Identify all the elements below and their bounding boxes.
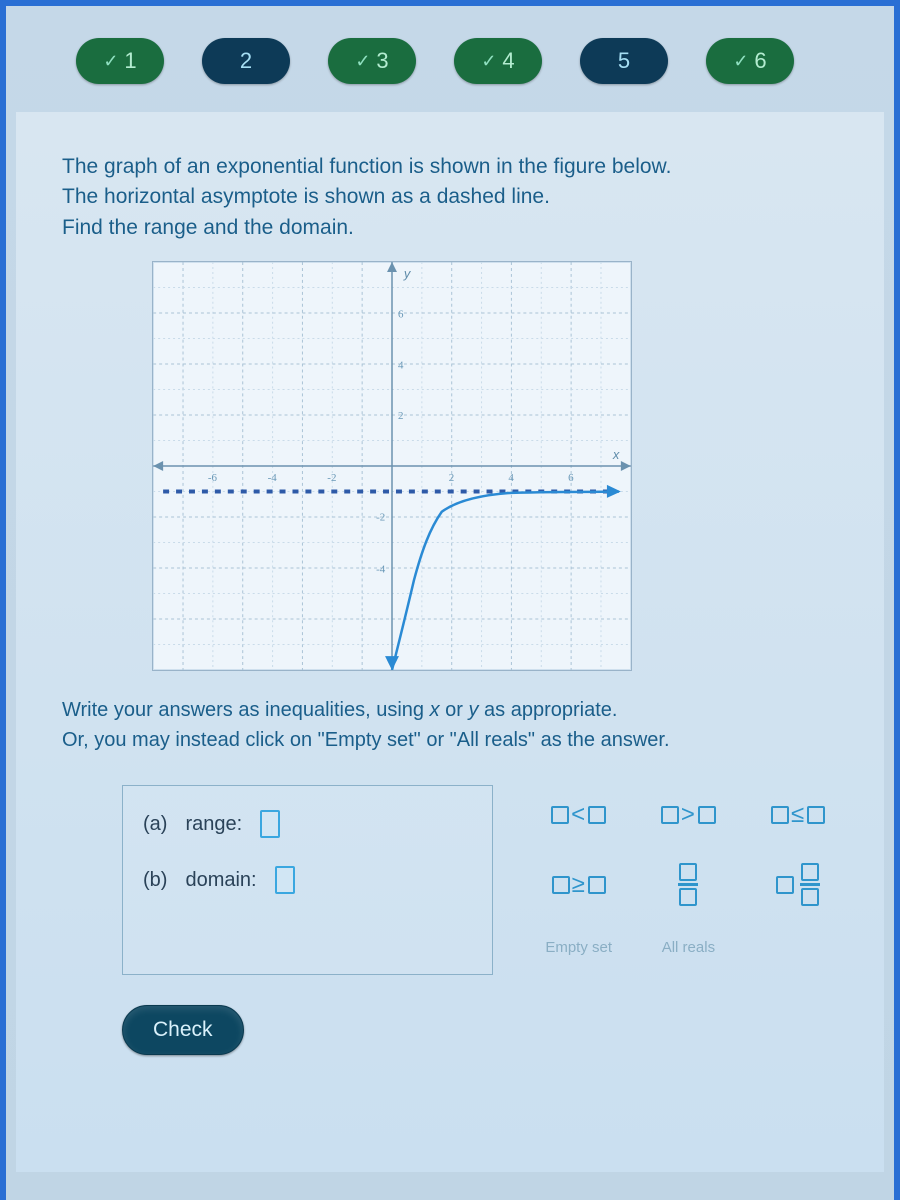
mixed-fraction-button[interactable] — [776, 863, 820, 906]
greater-than-button[interactable]: > — [661, 801, 716, 829]
check-icon: ✓ — [733, 51, 748, 72]
x-axis-label: x — [612, 447, 620, 462]
svg-text:4: 4 — [398, 360, 404, 372]
pill-number: 1 — [124, 48, 136, 74]
graph: y x -6 -4 -2 2 4 6 6 4 2 -2 -4 — [152, 261, 632, 671]
check-icon: ✓ — [481, 51, 496, 72]
part-label: (a) — [143, 813, 167, 836]
check-icon: ✓ — [355, 51, 370, 72]
part-label: (b) — [143, 869, 167, 892]
fraction-button[interactable] — [678, 863, 698, 906]
answer-box: (a) range: (b) domain: — [122, 785, 493, 975]
progress-pill-1[interactable]: ✓ 1 — [76, 38, 164, 84]
range-row: (a) range: — [143, 810, 472, 838]
question-panel: The graph of an exponential function is … — [16, 112, 884, 1172]
progress-pill-3[interactable]: ✓ 3 — [328, 38, 416, 84]
exponential-curve — [392, 492, 619, 670]
svg-text:2: 2 — [398, 411, 403, 423]
progress-pill-4[interactable]: ✓ 4 — [454, 38, 542, 84]
symbol-palette: < > ≤ ≥ Empty set All — [523, 785, 854, 964]
prompt-line: The graph of an exponential function is … — [62, 152, 854, 182]
answers-row: (a) range: (b) domain: < > ≤ — [122, 785, 854, 975]
check-button[interactable]: Check — [122, 1005, 244, 1055]
progress-pill-6[interactable]: ✓ 6 — [706, 38, 794, 84]
domain-input[interactable] — [275, 866, 295, 894]
svg-text:6: 6 — [398, 309, 404, 321]
less-than-button[interactable]: < — [551, 801, 606, 829]
svg-text:-4: -4 — [376, 564, 386, 576]
prompt-line: The horizontal asymptote is shown as a d… — [62, 182, 854, 212]
pill-number: 3 — [376, 48, 388, 74]
instruction-text: Write your answers as inequalities, usin… — [62, 695, 854, 755]
empty-set-button[interactable]: Empty set — [545, 940, 612, 957]
svg-text:-2: -2 — [376, 512, 385, 524]
question-prompt: The graph of an exponential function is … — [62, 152, 854, 243]
pill-number: 5 — [618, 48, 630, 74]
all-reals-button[interactable]: All reals — [662, 940, 715, 957]
pill-number: 6 — [754, 48, 766, 74]
range-input[interactable] — [260, 810, 280, 838]
domain-label: domain: — [185, 869, 256, 892]
progress-bar: ✓ 1 2 ✓ 3 ✓ 4 5 ✓ 6 — [16, 24, 884, 112]
pill-number: 2 — [240, 48, 252, 74]
greater-equal-button[interactable]: ≥ — [552, 871, 606, 899]
prompt-line: Find the range and the domain. — [62, 213, 854, 243]
progress-pill-2[interactable]: 2 — [202, 38, 290, 84]
graph-svg: y x -6 -4 -2 2 4 6 6 4 2 -2 -4 — [153, 262, 631, 670]
svg-text:-2: -2 — [327, 472, 336, 484]
svg-text:2: 2 — [449, 472, 454, 484]
progress-pill-5[interactable]: 5 — [580, 38, 668, 84]
less-equal-button[interactable]: ≤ — [771, 801, 825, 829]
svg-text:4: 4 — [508, 472, 514, 484]
svg-text:6: 6 — [568, 472, 574, 484]
y-axis-label: y — [403, 266, 412, 281]
svg-text:-4: -4 — [268, 472, 278, 484]
domain-row: (b) domain: — [143, 866, 472, 894]
svg-text:-6: -6 — [208, 472, 218, 484]
pill-number: 4 — [502, 48, 514, 74]
app-frame: ✓ 1 2 ✓ 3 ✓ 4 5 ✓ 6 The graph of an expo… — [0, 0, 900, 1200]
check-icon: ✓ — [103, 51, 118, 72]
range-label: range: — [185, 813, 242, 836]
